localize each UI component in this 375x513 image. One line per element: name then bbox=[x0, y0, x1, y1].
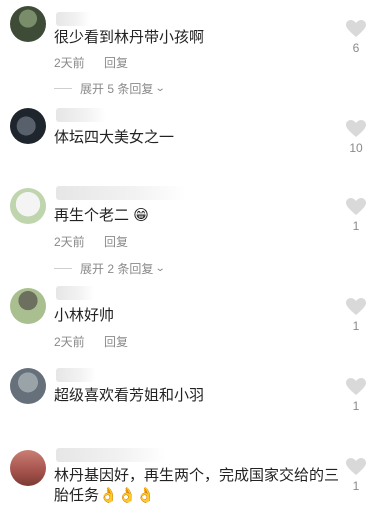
username-blurred[interactable] bbox=[56, 448, 166, 462]
comment-time: 2天前 bbox=[54, 235, 85, 249]
like-count: 1 bbox=[352, 479, 360, 493]
comment-text: 小林好帅 bbox=[54, 307, 115, 324]
comment-text: 体坛四大美女之一 bbox=[54, 129, 175, 146]
grin-emoji: 😁 bbox=[133, 207, 149, 224]
expand-replies[interactable]: 展开 2 条回复 ⌄ bbox=[54, 260, 166, 277]
heart-icon bbox=[346, 458, 366, 475]
chevron-down-icon: ⌄ bbox=[155, 83, 166, 94]
username-blurred[interactable] bbox=[56, 108, 106, 122]
avatar[interactable] bbox=[10, 6, 46, 42]
avatar[interactable] bbox=[10, 368, 46, 404]
comment-time: 2天前 bbox=[54, 56, 85, 70]
comment-time: 2天前 bbox=[54, 335, 85, 349]
like-button[interactable]: 1 bbox=[345, 198, 367, 233]
heart-icon bbox=[346, 198, 366, 215]
username-blurred[interactable] bbox=[56, 12, 90, 26]
like-button[interactable]: 1 bbox=[345, 378, 367, 413]
heart-icon bbox=[346, 298, 366, 315]
avatar[interactable] bbox=[10, 188, 46, 224]
comment-meta: 2天前 回复 bbox=[54, 54, 144, 71]
comment-meta: 2天前 回复 bbox=[54, 233, 144, 250]
comment-text: 很少看到林丹带小孩啊 bbox=[54, 29, 205, 46]
expand-replies[interactable]: 展开 5 条回复 ⌄ bbox=[54, 80, 166, 97]
comment-text-body: 再生个老二 bbox=[54, 207, 130, 224]
divider bbox=[54, 88, 72, 89]
ok-hand-emoji: 👌👌👌 bbox=[99, 487, 156, 504]
reply-button[interactable]: 回复 bbox=[104, 335, 128, 349]
like-count: 10 bbox=[349, 141, 363, 155]
like-count: 1 bbox=[352, 399, 360, 413]
like-button[interactable]: 1 bbox=[345, 458, 367, 493]
reply-button[interactable]: 回复 bbox=[104, 235, 128, 249]
expand-replies-label: 展开 2 条回复 bbox=[80, 262, 154, 276]
username-blurred[interactable] bbox=[56, 286, 94, 300]
like-button[interactable]: 1 bbox=[345, 298, 367, 333]
username-blurred[interactable] bbox=[56, 368, 96, 382]
avatar[interactable] bbox=[10, 288, 46, 324]
heart-icon bbox=[346, 20, 366, 37]
divider bbox=[54, 268, 72, 269]
comment-text: 超级喜欢看芳姐和小羽 bbox=[54, 387, 205, 404]
heart-icon bbox=[346, 378, 366, 395]
expand-replies-label: 展开 5 条回复 bbox=[80, 82, 154, 96]
like-count: 6 bbox=[352, 41, 360, 55]
avatar[interactable] bbox=[10, 450, 46, 486]
comment-meta: 2天前 回复 bbox=[54, 333, 144, 350]
reply-button[interactable]: 回复 bbox=[104, 56, 128, 70]
chevron-down-icon: ⌄ bbox=[155, 263, 166, 274]
heart-icon bbox=[346, 120, 366, 137]
like-count: 1 bbox=[352, 319, 360, 333]
username-blurred[interactable] bbox=[56, 186, 186, 200]
comment-text-body: 林丹基因好，再生两个，完成国家交给的三胎任务 bbox=[54, 467, 340, 504]
like-count: 1 bbox=[352, 219, 360, 233]
avatar[interactable] bbox=[10, 108, 46, 144]
like-button[interactable]: 10 bbox=[345, 120, 367, 155]
like-button[interactable]: 6 bbox=[345, 20, 367, 55]
comment-text: 林丹基因好，再生两个，完成国家交给的三胎任务👌👌👌 bbox=[54, 466, 344, 506]
comment-text: 再生个老二 😁 bbox=[54, 206, 149, 226]
